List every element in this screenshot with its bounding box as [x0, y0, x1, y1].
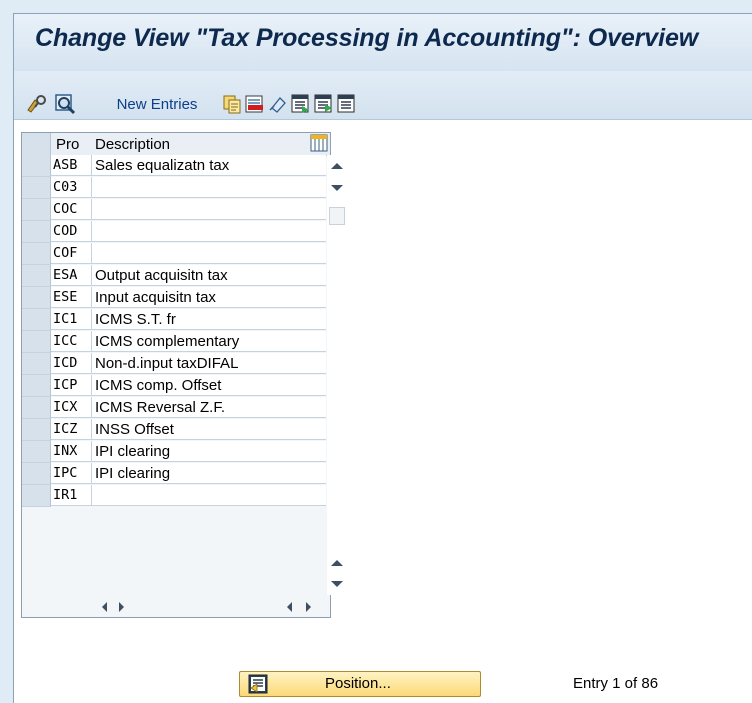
procedure-code-cell: INX [51, 441, 92, 462]
vertical-scrollbar[interactable] [327, 155, 347, 595]
procedure-code-cell: ESA [51, 265, 92, 286]
table-row[interactable]: ESA Output acquisitn tax [22, 265, 330, 287]
delete-icon[interactable] [244, 93, 266, 115]
procedure-code-cell: ESE [51, 287, 92, 308]
table-settings-icon[interactable] [310, 134, 328, 152]
table-control: Pro Description ASB Sales equalizatn tax C… [21, 132, 347, 618]
description-cell [92, 221, 326, 242]
select-all-icon[interactable] [290, 93, 312, 115]
table-row[interactable]: ICX ICMS Reversal Z.F. [22, 397, 330, 419]
row-selector[interactable] [22, 441, 51, 463]
row-selector[interactable] [22, 419, 51, 441]
row-selector[interactable] [22, 265, 51, 287]
position-button-label: Position... [325, 675, 391, 692]
row-selector[interactable] [22, 353, 51, 375]
procedure-code-cell: IR1 [51, 485, 92, 506]
horizontal-scrollbar[interactable] [22, 595, 330, 617]
table-row[interactable]: ICZ INSS Offset [22, 419, 330, 441]
description-cell: Output acquisitn tax [92, 265, 326, 286]
row-selector[interactable] [22, 221, 51, 243]
column-header-pro[interactable]: Pro [56, 136, 79, 153]
description-cell [92, 485, 326, 506]
description-cell: ICMS complementary [92, 331, 326, 352]
procedure-code-cell: COF [51, 243, 92, 264]
table-row[interactable]: C03 [22, 177, 330, 199]
scroll-right-icon-2[interactable] [306, 602, 311, 612]
description-cell: ICMS Reversal Z.F. [92, 397, 326, 418]
application-toolbar: New Entries [14, 71, 752, 120]
description-cell: ICMS S.T. fr [92, 309, 326, 330]
table-row[interactable]: COD [22, 221, 330, 243]
row-selector[interactable] [22, 287, 51, 309]
table-row[interactable]: IPC IPI clearing [22, 463, 330, 485]
procedure-code-cell: ICD [51, 353, 92, 374]
scroll-page-down-icon[interactable] [331, 581, 343, 587]
row-selector[interactable] [22, 155, 51, 177]
table-row[interactable]: INX IPI clearing [22, 441, 330, 463]
procedure-code-cell: ASB [51, 155, 92, 176]
description-cell: IPI clearing [92, 463, 326, 484]
scroll-page-up-icon[interactable] [331, 560, 343, 566]
description-cell: Sales equalizatn tax [92, 155, 326, 176]
position-button[interactable]: Position... [239, 671, 481, 697]
title-bar: Change View "Tax Processing in Accountin… [14, 14, 752, 71]
row-selector[interactable] [22, 331, 51, 353]
procedure-code-cell: IC1 [51, 309, 92, 330]
table-row[interactable]: IR1 [22, 485, 330, 507]
procedure-code-cell: IPC [51, 463, 92, 484]
table-row[interactable]: COF [22, 243, 330, 265]
procedure-code-cell: ICZ [51, 419, 92, 440]
procedure-code-cell: ICX [51, 397, 92, 418]
row-selector[interactable] [22, 199, 51, 221]
row-selector[interactable] [22, 485, 51, 507]
row-selector[interactable] [22, 177, 51, 199]
scroll-up-icon[interactable] [331, 163, 343, 169]
procedure-code-cell: C03 [51, 177, 92, 198]
description-cell [92, 199, 326, 220]
procedure-code-cell: ICP [51, 375, 92, 396]
select-all-rows-cell[interactable] [22, 133, 51, 155]
row-selector[interactable] [22, 397, 51, 419]
table-row[interactable]: COC [22, 199, 330, 221]
table-row[interactable]: ESE Input acquisitn tax [22, 287, 330, 309]
new-entries-button[interactable]: New Entries [103, 93, 211, 115]
table-row[interactable]: IC1 ICMS S.T. fr [22, 309, 330, 331]
main-window: Change View "Tax Processing in Accountin… [13, 13, 752, 703]
scroll-down-icon[interactable] [331, 185, 343, 191]
description-cell: Input acquisitn tax [92, 287, 326, 308]
copy-as-icon[interactable] [221, 93, 243, 115]
description-cell: ICMS comp. Offset [92, 375, 326, 396]
table-row[interactable]: ASB Sales equalizatn tax [22, 155, 330, 177]
description-cell: IPI clearing [92, 441, 326, 462]
description-cell [92, 177, 326, 198]
description-cell: Non-d.input taxDIFAL [92, 353, 326, 374]
page-title: Change View "Tax Processing in Accountin… [35, 24, 699, 52]
select-block-icon[interactable] [313, 93, 335, 115]
position-icon [248, 674, 268, 694]
description-cell [92, 243, 326, 264]
display-change-icon[interactable] [25, 93, 49, 115]
scroll-right-icon[interactable] [119, 602, 124, 612]
row-selector[interactable] [22, 375, 51, 397]
table-header: Pro Description [22, 133, 330, 156]
scroll-left-icon-2[interactable] [287, 602, 292, 612]
row-selector[interactable] [22, 309, 51, 331]
scroll-thumb[interactable] [329, 207, 345, 225]
description-cell: INSS Offset [92, 419, 326, 440]
details-icon[interactable] [53, 93, 77, 115]
procedure-code-cell: ICC [51, 331, 92, 352]
scroll-left-icon[interactable] [102, 602, 107, 612]
entry-counter: Entry 1 of 86 [573, 675, 659, 692]
row-selector[interactable] [22, 463, 51, 485]
table-row[interactable]: ICC ICMS complementary [22, 331, 330, 353]
table-row[interactable]: ICD Non-d.input taxDIFAL [22, 353, 330, 375]
table-row[interactable]: ICP ICMS comp. Offset [22, 375, 330, 397]
column-header-description[interactable]: Description [95, 136, 170, 153]
procedure-code-cell: COD [51, 221, 92, 242]
undo-change-icon[interactable] [267, 93, 289, 115]
deselect-all-icon[interactable] [336, 93, 358, 115]
row-selector[interactable] [22, 243, 51, 265]
procedure-code-cell: COC [51, 199, 92, 220]
